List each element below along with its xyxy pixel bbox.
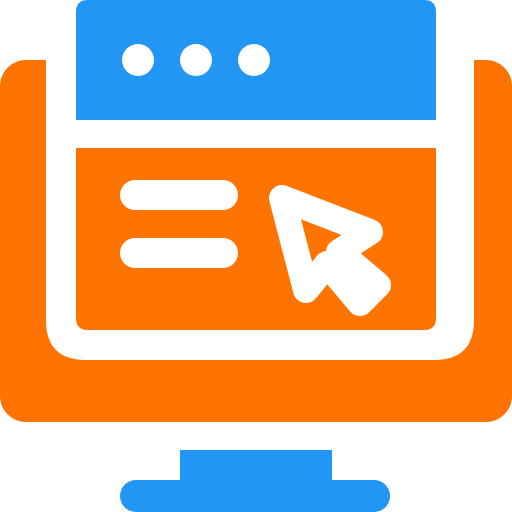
text-line-2	[120, 238, 238, 268]
icon-svg	[0, 0, 512, 512]
window-dot-3	[238, 44, 270, 76]
web-browser-click-icon	[0, 0, 512, 512]
window-dot-2	[180, 44, 212, 76]
monitor-stand-base	[120, 480, 390, 512]
window-dot-1	[122, 44, 154, 76]
text-line-1	[120, 180, 238, 210]
